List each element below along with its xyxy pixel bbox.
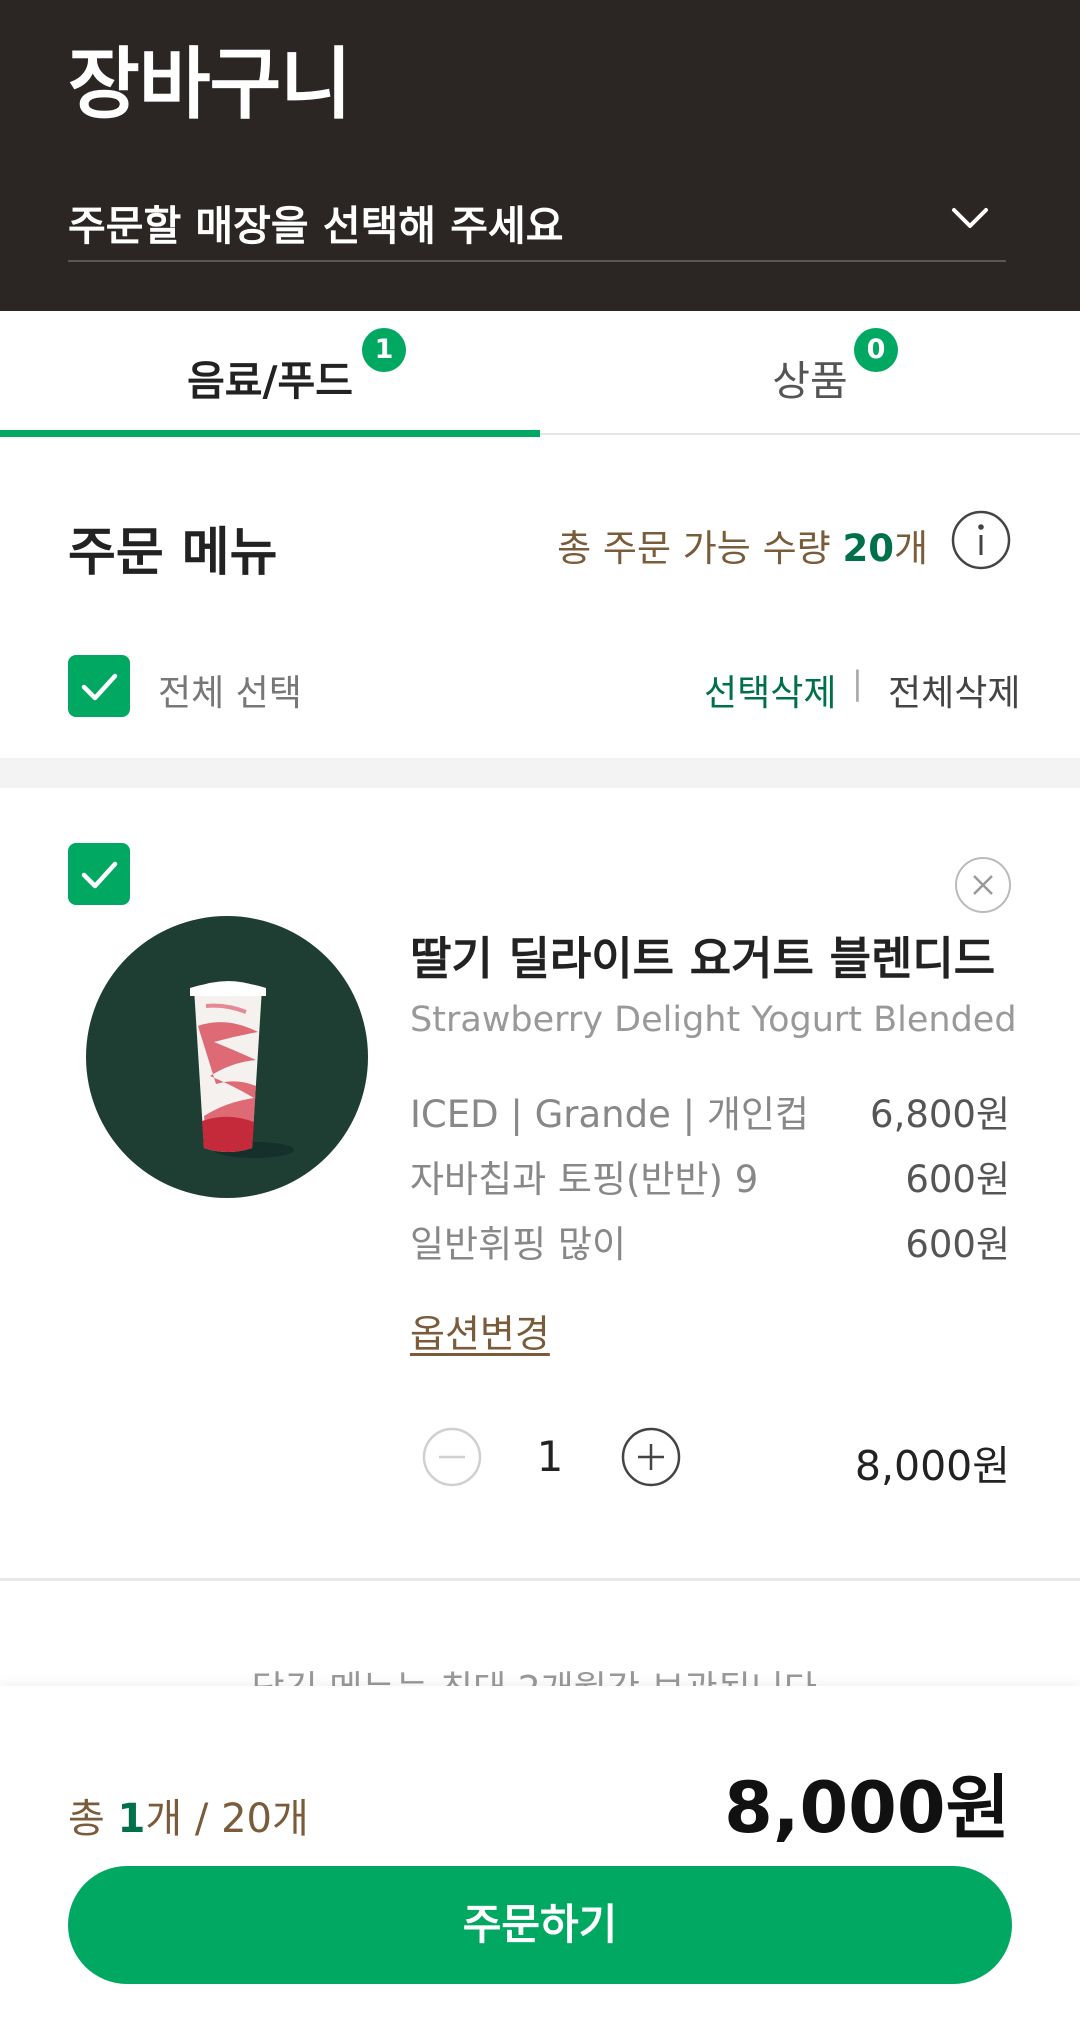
tab-badge: 1 (362, 328, 406, 372)
increase-quantity-button[interactable] (620, 1426, 682, 1488)
option-price: 600원 (905, 1158, 1010, 1201)
section-title: 주문 메뉴 (68, 523, 278, 583)
divider: | (852, 664, 863, 702)
option-label: ICED | Grande | 개인컵 (410, 1093, 809, 1136)
total-count: 총 1개 / 20개 (68, 1786, 309, 1844)
chevron-down-icon (952, 208, 988, 228)
tab-label: 상품 (772, 357, 848, 405)
item-total-price: 8,000원 (854, 1442, 1010, 1490)
option-price: 6,800원 (870, 1093, 1010, 1136)
checkmark-icon (81, 861, 118, 889)
category-tabs: 음료/푸드 1 상품 0 (0, 311, 1080, 437)
change-option-link[interactable]: 옵션변경 (410, 1303, 550, 1358)
store-select-dropdown[interactable]: 주문할 매장을 선택해 주세요 (68, 188, 1006, 262)
product-name-en: Strawberry Delight Yogurt Blended (410, 1000, 1017, 1040)
option-row: ICED | Grande | 개인컵 6,800원 (410, 1084, 1010, 1136)
delete-all-button[interactable]: 전체삭제 (888, 664, 1020, 716)
delete-selected-button[interactable]: 선택삭제 (704, 664, 836, 716)
total-count-number: 1 (117, 1796, 146, 1842)
order-limit-info: 총 주문 가능 수량 20개 (557, 518, 928, 572)
option-label: 일반휘핑 많이 (410, 1223, 627, 1266)
order-button[interactable]: 주문하기 (68, 1866, 1012, 1984)
total-count-suffix: 개 / 20개 (145, 1796, 309, 1842)
active-tab-indicator (0, 430, 540, 437)
checkmark-icon (81, 673, 118, 701)
decrease-quantity-button[interactable] (421, 1426, 483, 1488)
tab-label: 음료/푸드 (187, 357, 353, 405)
option-row: 자바칩과 토핑(반반) 9 600원 (410, 1149, 1010, 1201)
cart-page: 장바구니 주문할 매장을 선택해 주세요 음료/푸드 1 상품 0 주문 메뉴 … (0, 0, 1080, 2039)
total-price: 8,000원 (724, 1767, 1010, 1849)
info-icon[interactable] (950, 509, 1012, 571)
page-title: 장바구니 (68, 40, 352, 130)
quantity-value: 1 (536, 1432, 564, 1481)
item-divider (0, 1578, 1080, 1581)
store-select-label: 주문할 매장을 선택해 주세요 (68, 202, 564, 250)
order-limit-prefix: 총 주문 가능 수량 (557, 527, 843, 570)
product-name: 딸기 딜라이트 요거트 블렌디드 (410, 932, 996, 985)
order-summary-bar: 총 1개 / 20개 8,000원 주문하기 (0, 1686, 1080, 2039)
item-checkbox[interactable] (68, 843, 130, 905)
total-count-prefix: 총 (68, 1796, 118, 1842)
tab-goods[interactable]: 상품 0 (540, 311, 1080, 435)
tab-badge: 0 (854, 328, 898, 372)
header: 장바구니 주문할 매장을 선택해 주세요 (0, 0, 1080, 311)
option-label: 자바칩과 토핑(반반) 9 (410, 1158, 759, 1201)
select-all-checkbox[interactable] (68, 655, 130, 717)
section-divider (0, 758, 1080, 788)
close-icon[interactable] (954, 856, 1012, 914)
option-price: 600원 (905, 1223, 1010, 1266)
order-limit-number: 20 (842, 527, 894, 570)
tab-drink-food[interactable]: 음료/푸드 1 (0, 311, 540, 437)
product-image (86, 916, 368, 1198)
select-all-label: 전체 선택 (158, 673, 302, 714)
order-limit-suffix: 개 (893, 527, 928, 570)
option-row: 일반휘핑 많이 600원 (410, 1214, 1010, 1266)
yogurt-drink-image (190, 981, 294, 1158)
